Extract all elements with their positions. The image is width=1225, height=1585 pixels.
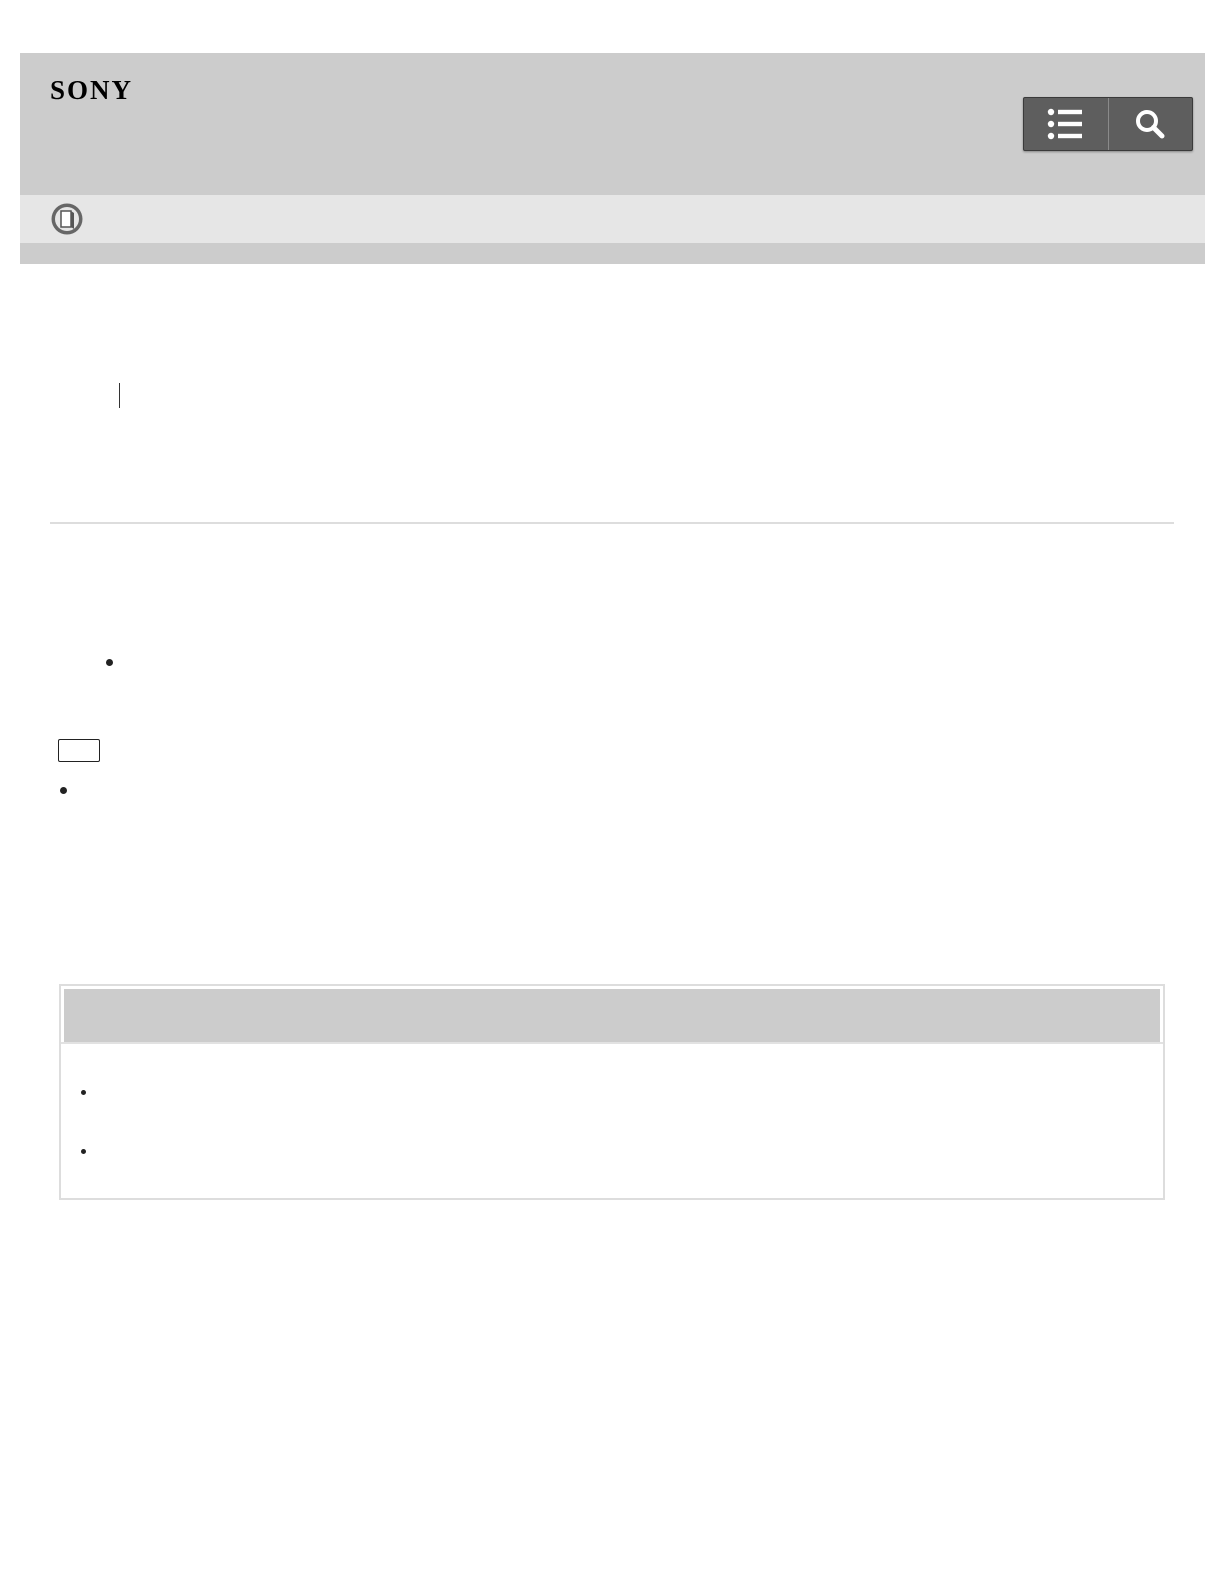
table-of-contents-button[interactable] bbox=[1024, 98, 1108, 150]
note-label-box bbox=[58, 739, 100, 762]
search-icon bbox=[1136, 110, 1165, 139]
related-topic-bullet bbox=[81, 1149, 86, 1154]
help-guide-page: SONY bbox=[0, 0, 1225, 1585]
title-divider bbox=[50, 522, 1174, 524]
related-topic-rule bbox=[61, 1042, 1163, 1044]
manual-subbar bbox=[20, 195, 1205, 243]
list-icon bbox=[1047, 108, 1082, 140]
breadcrumb-separator bbox=[119, 383, 120, 408]
related-topic-header bbox=[64, 989, 1160, 1042]
related-topic-box bbox=[59, 984, 1165, 1200]
site-header: SONY bbox=[20, 53, 1205, 195]
note-bullet bbox=[60, 787, 67, 794]
header-button-group bbox=[1023, 97, 1193, 151]
sony-logo: SONY bbox=[50, 75, 134, 105]
subbar-strip bbox=[20, 243, 1205, 264]
related-topic-bullet bbox=[81, 1090, 86, 1095]
search-button[interactable] bbox=[1107, 98, 1193, 150]
list-bullet bbox=[106, 659, 113, 666]
manual-book-icon[interactable] bbox=[51, 203, 83, 235]
